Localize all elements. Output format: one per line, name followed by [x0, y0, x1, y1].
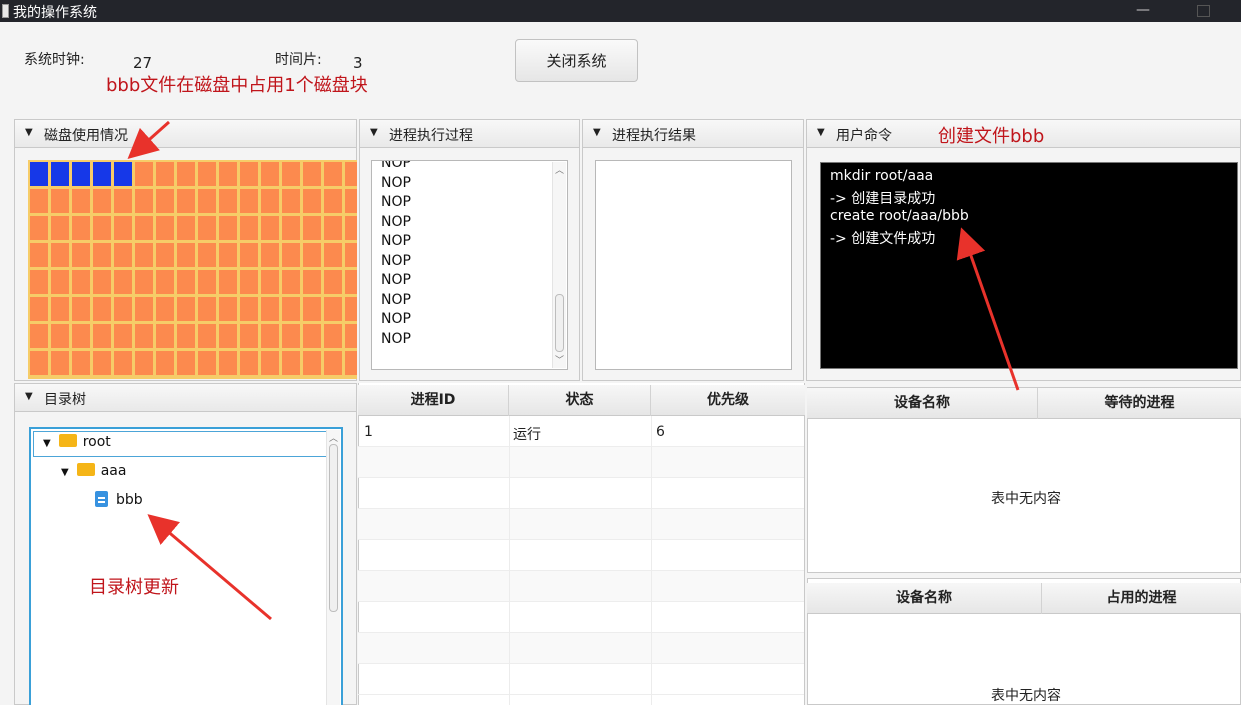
- tree-arrow: [147, 514, 272, 621]
- command-arrow: [956, 227, 1020, 391]
- annotation-arrows: [127, 120, 1020, 621]
- disk-arrow: [127, 120, 170, 159]
